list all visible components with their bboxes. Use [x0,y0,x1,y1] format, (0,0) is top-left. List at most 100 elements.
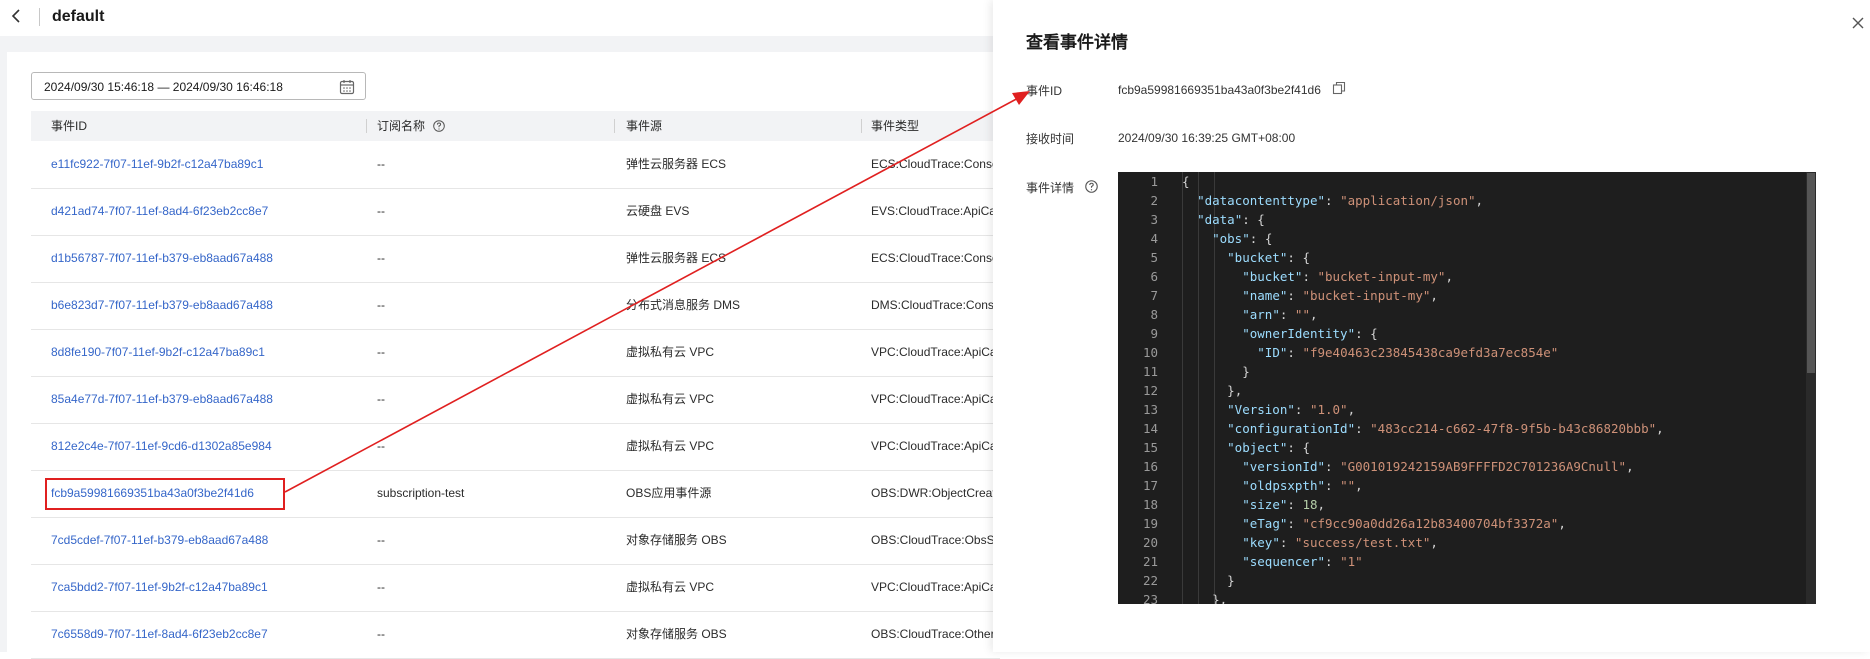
subscription-cell: -- [377,251,385,265]
code-line: 23 }, [1118,590,1806,604]
help-icon[interactable] [433,120,446,132]
line-number: 9 [1150,326,1158,341]
code-line-content: { [1182,174,1190,189]
event-json-code-viewer[interactable]: 1{2 "datacontenttype": "application/json… [1118,172,1816,604]
code-line-content: "versionId": "G001019242159AB9FFFFD2C701… [1242,459,1634,474]
code-line: 7 "name": "bucket-input-my", [1118,286,1806,305]
code-line-content: "sequencer": "1" [1242,554,1363,569]
event-id-link[interactable]: 7ca5bdd2-7f07-11ef-9b2f-c12a47ba89c1 [51,564,351,611]
event-list-card: 2024/09/30 15:46:18 — 2024/09/30 16:46:1… [7,52,1000,659]
event-id-link[interactable]: 85a4e77d-7f07-11ef-b379-eb8aad67a488 [51,376,351,423]
line-number: 18 [1142,497,1158,512]
code-line-content: "datacontenttype": "application/json", [1197,193,1484,208]
line-number: 12 [1142,383,1158,398]
line-number: 5 [1150,250,1158,265]
event-type-cell: ECS:CloudTrace:Conso [871,157,999,171]
column-header-event-id[interactable]: 事件ID [51,111,87,141]
subscription-cell: -- [377,580,385,594]
code-scrollbar-thumb[interactable] [1807,173,1815,373]
code-line: 19 "eTag": "cf9cc90a0dd26a12b83400704bf3… [1118,514,1806,533]
event-id-link[interactable]: b6e823d7-7f07-11ef-b379-eb8aad67a488 [51,282,351,329]
code-line: 22 } [1118,571,1806,590]
code-line: 5 "bucket": { [1118,248,1806,267]
event-id-link[interactable]: 812e2c4e-7f07-11ef-9cd6-d1302a85e984 [51,423,351,470]
line-number: 2 [1150,193,1158,208]
subscription-cell: -- [377,439,385,453]
event-type-cell: EVS:CloudTrace:ApiCal [871,204,999,218]
code-line: 9 "ownerIdentity": { [1118,324,1806,343]
event-id-link[interactable]: 7c6558d9-7f07-11ef-8ad4-6f23eb2cc8e7 [51,611,351,658]
code-line-content: "bucket": { [1227,250,1310,265]
event-source-cell: 云硬盘 EVS [626,204,690,218]
line-number: 13 [1142,402,1158,417]
received-time-label: 接收时间 [1026,132,1075,146]
column-divider [366,119,367,133]
table-row: 7ca5bdd2-7f07-11ef-9b2f-c12a47ba89c1 -- … [31,564,1000,612]
subscription-cell: -- [377,627,385,641]
code-line: 20 "key": "success/test.txt", [1118,533,1806,552]
event-source-cell: 虚拟私有云 VPC [626,392,715,406]
table-row: 85a4e77d-7f07-11ef-b379-eb8aad67a488 -- … [31,376,1000,424]
column-divider [614,119,615,133]
code-scrollbar[interactable] [1806,172,1816,604]
code-line-content: }, [1212,592,1228,604]
help-icon[interactable] [1085,180,1098,193]
line-number: 6 [1150,269,1158,284]
calendar-icon[interactable] [339,79,355,95]
code-line: 3 "data": { [1118,210,1806,229]
code-line: 16 "versionId": "G001019242159AB9FFFFD2C… [1118,457,1806,476]
line-number: 14 [1142,421,1158,436]
event-type-cell: OBS:DWR:ObjectCreate [871,486,1000,500]
subscription-cell: -- [377,157,385,171]
line-number: 17 [1142,478,1158,493]
code-line-content: "object": { [1227,440,1310,455]
event-id-link[interactable]: d1b56787-7f07-11ef-b379-eb8aad67a488 [51,235,351,282]
selected-event-highlight [45,478,285,510]
event-id-value: fcb9a59981669351ba43a0f3be2f41d6 [1118,83,1321,97]
subscription-cell: -- [377,204,385,218]
line-number: 23 [1142,592,1158,604]
copy-icon[interactable] [1332,81,1346,95]
code-line-content: "Version": "1.0", [1227,402,1356,417]
code-line: 21 "sequencer": "1" [1118,552,1806,571]
column-divider [861,119,862,133]
table-row: d421ad74-7f07-11ef-8ad4-6f23eb2cc8e7 -- … [31,188,1000,236]
code-line-content: "size": 18, [1242,497,1326,512]
column-header-subscription[interactable]: 订阅名称 [377,111,446,141]
column-header-event-type[interactable]: 事件类型 [871,111,919,141]
code-line-content: "name": "bucket-input-my", [1242,288,1438,303]
date-range-picker[interactable]: 2024/09/30 15:46:18 — 2024/09/30 16:46:1… [31,72,366,100]
line-number: 11 [1142,364,1158,379]
line-number: 22 [1142,573,1158,588]
column-header-event-source[interactable]: 事件源 [626,111,662,141]
code-line: 8 "arn": "", [1118,305,1806,324]
table-row: b6e823d7-7f07-11ef-b379-eb8aad67a488 -- … [31,282,1000,330]
line-number: 4 [1150,231,1158,246]
event-id-link[interactable]: 8d8fe190-7f07-11ef-9b2f-c12a47ba89c1 [51,329,351,376]
code-line-content: }, [1227,383,1243,398]
subscription-cell: -- [377,298,385,312]
column-header-subscription-label: 订阅名称 [377,119,426,133]
event-source-cell: 虚拟私有云 VPC [626,439,715,453]
close-icon[interactable] [1849,14,1867,32]
event-id-link[interactable]: e11fc922-7f07-11ef-9b2f-c12a47ba89c1 [51,141,351,188]
back-arrow-icon[interactable] [8,7,26,25]
event-source-cell: 弹性云服务器 ECS [626,251,727,265]
code-line-content: "arn": "", [1242,307,1318,322]
code-line: 14 "configurationId": "483cc214-c662-47f… [1118,419,1806,438]
date-range-value: 2024/09/30 15:46:18 — 2024/09/30 16:46:1… [44,80,283,94]
event-source-cell: 虚拟私有云 VPC [626,580,715,594]
table-row: 812e2c4e-7f07-11ef-9cd6-d1302a85e984 -- … [31,423,1000,471]
event-id-link[interactable]: 7cd5cdef-7f07-11ef-b379-eb8aad67a488 [51,517,351,564]
event-detail-drawer: 查看事件详情 事件ID fcb9a59981669351ba43a0f3be2f… [993,0,1870,652]
code-line: 17 "oldpsxpth": "", [1118,476,1806,495]
event-source-cell: OBS应用事件源 [626,486,712,500]
line-number: 16 [1142,459,1158,474]
code-line: 1{ [1118,172,1806,191]
event-source-cell: 对象存储服务 OBS [626,627,727,641]
event-id-link[interactable]: d421ad74-7f07-11ef-8ad4-6f23eb2cc8e7 [51,188,351,235]
line-number: 1 [1150,174,1158,189]
title-separator [39,8,40,26]
code-line-content: "bucket": "bucket-input-my", [1242,269,1453,284]
code-line-content: "ID": "f9e40463c23845438ca9efd3a7ec854e" [1257,345,1559,360]
